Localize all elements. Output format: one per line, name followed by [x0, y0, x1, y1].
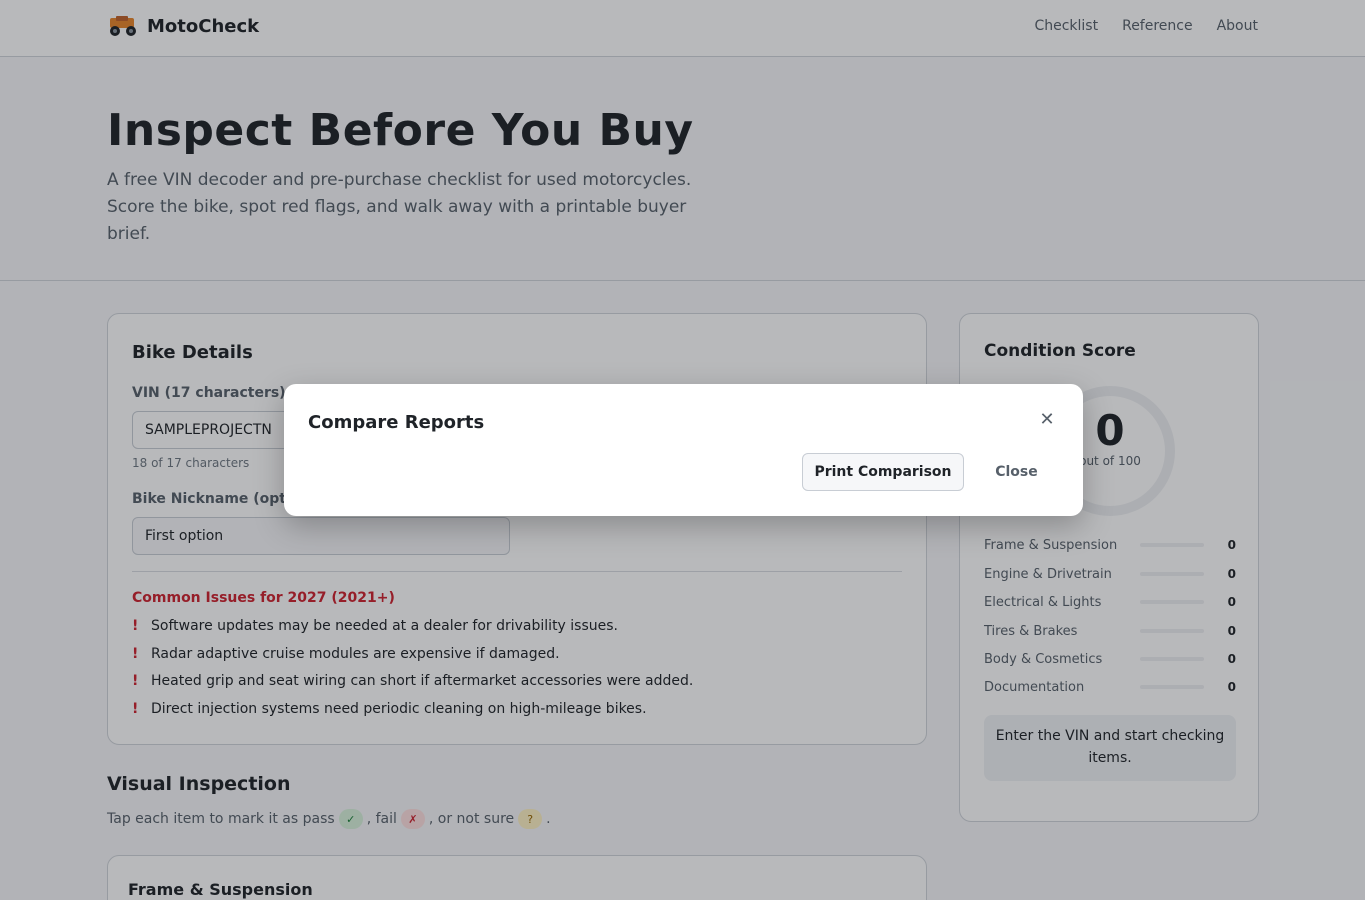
close-icon[interactable]: ✕ [1037, 410, 1057, 430]
dialog-title: Compare Reports [308, 412, 485, 433]
compare-reports-dialog: Compare Reports ✕ Print Comparison Close [284, 384, 1083, 516]
close-button[interactable]: Close [974, 453, 1059, 491]
print-comparison-button[interactable]: Print Comparison [802, 453, 964, 491]
